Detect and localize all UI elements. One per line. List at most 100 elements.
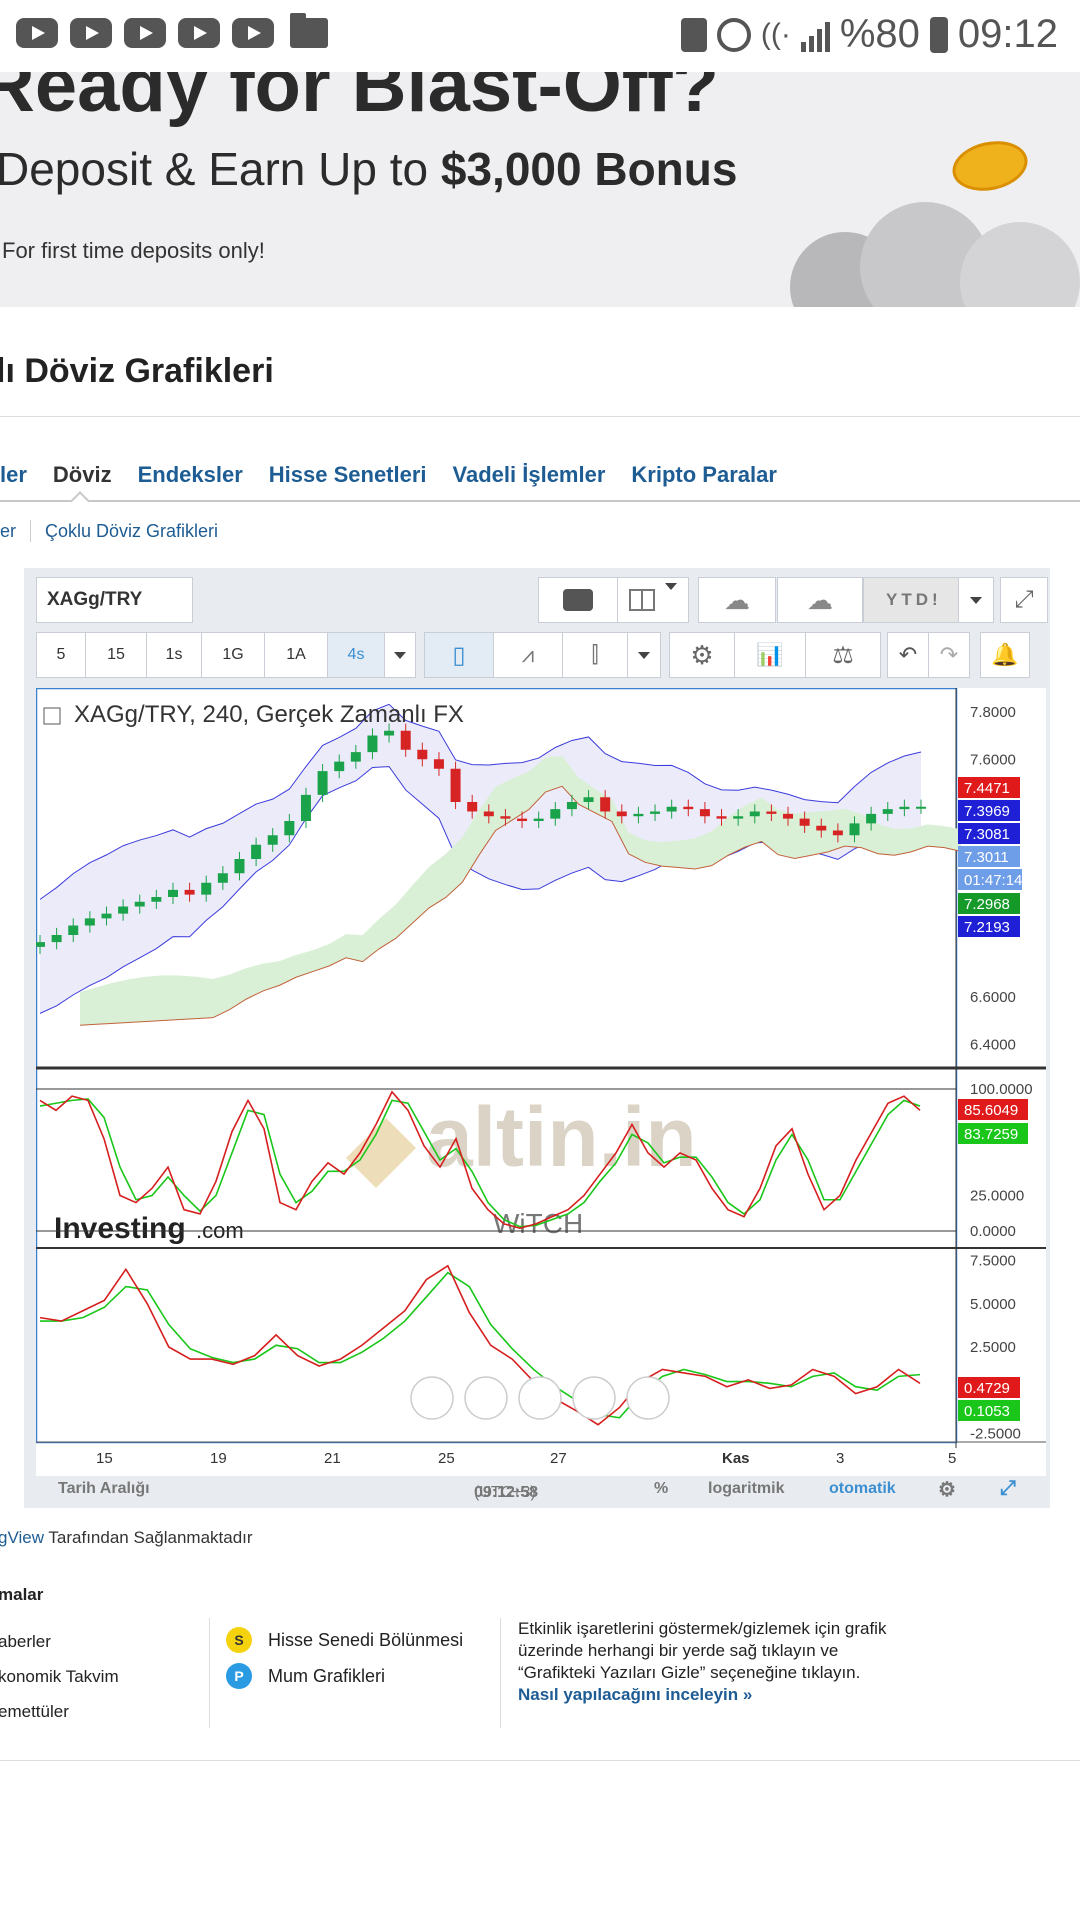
- resolution-4s[interactable]: 4s: [327, 632, 385, 678]
- maximize-icon[interactable]: ⤢: [1000, 1477, 1016, 1500]
- expand-icon: ⤢: [1014, 586, 1034, 613]
- candle-body: [101, 913, 112, 919]
- banner-headline: Ready for Blast-Off?: [0, 72, 719, 128]
- candle-body: [716, 816, 727, 819]
- legend-note: Etkinlik işaretlerini göstermek/gizlemek…: [518, 1618, 918, 1706]
- x-tick-label: 25: [438, 1450, 455, 1467]
- style-dropdown[interactable]: [627, 632, 661, 678]
- candle-body: [36, 942, 45, 947]
- auto-toggle[interactable]: otomatik: [829, 1480, 896, 1498]
- price-label: 7.4471: [964, 780, 1010, 797]
- coin-icon: [947, 134, 1033, 198]
- candle-body: [151, 897, 162, 902]
- tab-hisse-senetleri[interactable]: Hisse Senetleri: [269, 462, 427, 488]
- subnav-multi-chart-link[interactable]: Çoklu Döviz Grafikleri: [45, 521, 218, 542]
- settings-button[interactable]: ⚙: [669, 632, 735, 678]
- tab-vadeli-islemler[interactable]: Vadeli İşlemler: [453, 462, 606, 488]
- log-toggle[interactable]: logaritmik: [708, 1480, 784, 1498]
- resolution-15[interactable]: 15: [85, 632, 147, 678]
- page-title: lı Döviz Grafikleri: [0, 352, 274, 390]
- candle-body: [317, 771, 328, 795]
- ad-banner[interactable]: Ready for Blast-Off? Deposit & Earn Up t…: [0, 72, 1080, 307]
- indicator-label: 0.1053: [964, 1403, 1010, 1420]
- bollinger-fill: [40, 704, 921, 1014]
- symbol-input[interactable]: XAGg/TRY: [36, 577, 193, 623]
- x-tick-label: 27: [550, 1450, 567, 1467]
- fullscreen-button[interactable]: ⤢: [1000, 577, 1048, 623]
- tab-partial[interactable]: ler: [0, 462, 27, 488]
- alert-button[interactable]: 🔔: [980, 632, 1030, 678]
- subnav-left[interactable]: er: [0, 521, 16, 542]
- tab-kripto-paralar[interactable]: Kripto Paralar: [631, 462, 777, 488]
- tab-endeksler[interactable]: Endeksler: [138, 462, 243, 488]
- line-style-button[interactable]: ⩘: [493, 632, 563, 678]
- youtube-icon: [70, 18, 112, 48]
- youtube-icon: [16, 18, 58, 48]
- chart-area[interactable]: altin.in WiTCH Investing .com XAGg/TRY, 240,…: [36, 688, 1046, 1476]
- legend-item: emettüler: [0, 1702, 69, 1721]
- candle-body: [350, 752, 361, 762]
- chart-svg[interactable]: altin.inWiTCHInvesting .comXAGg/TRY, 240,…: [36, 688, 1046, 1476]
- compare-button[interactable]: ⚖: [805, 632, 881, 678]
- candle-body: [84, 918, 95, 926]
- candle-body: [217, 873, 228, 883]
- y-tick-label: 25.0000: [970, 1187, 1024, 1204]
- resolution-1g[interactable]: 1G: [201, 632, 265, 678]
- resolution-1s[interactable]: 1s: [146, 632, 202, 678]
- indicators-button[interactable]: 📊: [734, 632, 806, 678]
- how-to-link[interactable]: Nasıl yapılacağını inceleyin »: [518, 1684, 918, 1706]
- candle-body: [866, 813, 877, 824]
- indicators-icon: 📊: [756, 642, 784, 667]
- tab-doviz[interactable]: Döviz: [53, 462, 112, 488]
- candle-body: [666, 806, 677, 812]
- candle-body: [699, 809, 710, 817]
- layout-button[interactable]: [617, 577, 689, 623]
- y-tick-label: 6.6000: [970, 989, 1016, 1006]
- range-dropdown[interactable]: [958, 577, 994, 623]
- load-chart-button[interactable]: ☁: [698, 577, 776, 623]
- redo-button[interactable]: ↷: [928, 632, 970, 678]
- candle-body: [733, 816, 744, 819]
- snapshot-button[interactable]: [538, 577, 618, 623]
- legend-title: malar: [0, 1585, 44, 1604]
- y-tick-label: 6.4000: [970, 1036, 1016, 1053]
- candle-body: [633, 813, 644, 817]
- candle-body: [384, 730, 395, 736]
- resolution-dropdown[interactable]: [384, 632, 416, 678]
- undo-button[interactable]: ↶: [887, 632, 929, 678]
- camera-icon: [563, 589, 593, 611]
- alarm-icon: [716, 17, 751, 52]
- legend-item: aberler: [0, 1632, 51, 1651]
- signal-icon: [800, 18, 830, 52]
- candle-badge-icon: P: [226, 1663, 252, 1689]
- candles-style-button[interactable]: ▯: [424, 632, 494, 678]
- candle-body: [118, 906, 129, 914]
- bar-style-button[interactable]: ⫿: [562, 632, 628, 678]
- percent-toggle[interactable]: %: [654, 1480, 668, 1498]
- indicator-label: 85.6049: [964, 1102, 1018, 1119]
- candle-body: [334, 761, 345, 772]
- candle-body: [832, 830, 843, 836]
- chart-nav-button: [410, 1376, 454, 1420]
- category-tabs: ler Döviz Endeksler Hisse Senetleri Vade…: [0, 462, 803, 488]
- wifi-icon: ((·: [760, 17, 791, 51]
- divider: [500, 1618, 501, 1728]
- candle-body: [899, 806, 910, 810]
- date-range-button[interactable]: Tarih Aralığı: [58, 1480, 150, 1498]
- cloud-upload-icon: ☁: [807, 584, 833, 615]
- chart-title: XAGg/TRY, 240, Gerçek Zamanlı FX: [74, 701, 464, 728]
- youtube-icon: [232, 18, 274, 48]
- clock: 09:12: [957, 12, 1058, 56]
- scroll-strip: [1058, 568, 1080, 1508]
- gear-icon[interactable]: ⚙: [938, 1477, 956, 1502]
- divider: [0, 416, 1080, 417]
- save-chart-button[interactable]: ☁: [777, 577, 863, 623]
- resolution-5[interactable]: 5: [36, 632, 86, 678]
- x-tick-label: 15: [96, 1450, 113, 1467]
- resolution-1a[interactable]: 1A: [264, 632, 328, 678]
- tab-underline: [0, 500, 1080, 502]
- line-chart-icon: ⩘: [521, 642, 535, 667]
- candle-body: [783, 813, 794, 819]
- scale-icon: ⚖: [832, 641, 854, 669]
- chart-nav-button: [518, 1376, 562, 1420]
